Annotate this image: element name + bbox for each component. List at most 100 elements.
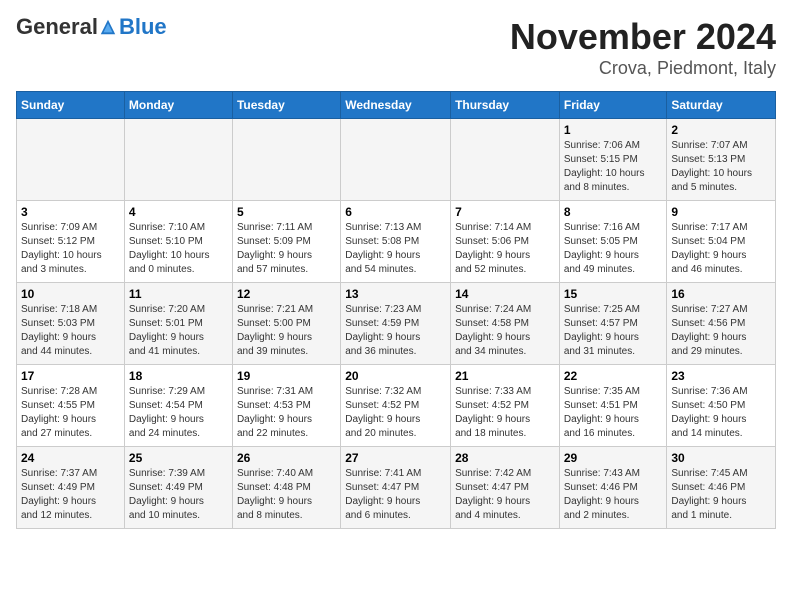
day-info: Sunrise: 7:18 AM Sunset: 5:03 PM Dayligh… (21, 303, 120, 359)
calendar-cell (451, 119, 560, 201)
day-number: 26 (237, 451, 336, 465)
calendar-cell: 24 Sunrise: 7:37 AM Sunset: 4:49 PM Dayli… (17, 447, 125, 529)
calendar-cell: 12 Sunrise: 7:21 AM Sunset: 5:00 PM Dayli… (232, 283, 340, 365)
day-number: 16 (671, 287, 771, 301)
calendar-cell (341, 119, 451, 201)
calendar-cell (232, 119, 340, 201)
day-number: 7 (455, 205, 555, 219)
calendar-week-5: 24 Sunrise: 7:37 AM Sunset: 4:49 PM Dayli… (17, 447, 776, 529)
calendar-cell: 16 Sunrise: 7:27 AM Sunset: 4:56 PM Dayli… (667, 283, 776, 365)
calendar-cell: 30 Sunrise: 7:45 AM Sunset: 4:46 PM Dayli… (667, 447, 776, 529)
day-number: 25 (129, 451, 228, 465)
calendar-cell: 23 Sunrise: 7:36 AM Sunset: 4:50 PM Dayli… (667, 365, 776, 447)
calendar-cell: 20Sunrise: 7:32 AM Sunset: 4:52 PM Dayli… (341, 365, 451, 447)
day-number: 17 (21, 369, 120, 383)
logo-icon (99, 18, 117, 36)
calendar-cell: 21 Sunrise: 7:33 AM Sunset: 4:52 PM Dayli… (451, 365, 560, 447)
calendar-cell: 3Sunrise: 7:09 AM Sunset: 5:12 PM Daylig… (17, 201, 125, 283)
page-header: General Blue November 2024 Crova, Piedmo… (16, 16, 776, 79)
calendar-week-2: 3Sunrise: 7:09 AM Sunset: 5:12 PM Daylig… (17, 201, 776, 283)
day-number: 29 (564, 451, 663, 465)
calendar-cell: 2Sunrise: 7:07 AM Sunset: 5:13 PM Daylig… (667, 119, 776, 201)
calendar-cell: 17 Sunrise: 7:28 AM Sunset: 4:55 PM Dayli… (17, 365, 125, 447)
day-number: 14 (455, 287, 555, 301)
calendar-cell: 9Sunrise: 7:17 AM Sunset: 5:04 PM Daylig… (667, 201, 776, 283)
calendar-cell: 1 Sunrise: 7:06 AM Sunset: 5:15 PM Daylig… (559, 119, 667, 201)
calendar-table: SundayMondayTuesdayWednesdayThursdayFrid… (16, 91, 776, 529)
weekday-header-saturday: Saturday (667, 92, 776, 119)
day-info: Sunrise: 7:25 AM Sunset: 4:57 PM Dayligh… (564, 303, 663, 359)
day-number: 30 (671, 451, 771, 465)
day-number: 11 (129, 287, 228, 301)
day-info: Sunrise: 7:31 AM Sunset: 4:53 PM Dayligh… (237, 385, 336, 441)
day-info: Sunrise: 7:20 AM Sunset: 5:01 PM Dayligh… (129, 303, 228, 359)
day-number: 21 (455, 369, 555, 383)
day-info: Sunrise: 7:21 AM Sunset: 5:00 PM Dayligh… (237, 303, 336, 359)
day-info: Sunrise: 7:33 AM Sunset: 4:52 PM Dayligh… (455, 385, 555, 441)
day-info: Sunrise: 7:16 AM Sunset: 5:05 PM Dayligh… (564, 221, 663, 277)
day-number: 12 (237, 287, 336, 301)
day-info: Sunrise: 7:43 AM Sunset: 4:46 PM Dayligh… (564, 467, 663, 523)
day-number: 27 (345, 451, 446, 465)
calendar-cell (17, 119, 125, 201)
calendar-cell: 4 Sunrise: 7:10 AM Sunset: 5:10 PM Daylig… (124, 201, 232, 283)
calendar-cell: 25Sunrise: 7:39 AM Sunset: 4:49 PM Dayli… (124, 447, 232, 529)
day-info: Sunrise: 7:28 AM Sunset: 4:55 PM Dayligh… (21, 385, 120, 441)
day-info: Sunrise: 7:09 AM Sunset: 5:12 PM Dayligh… (21, 221, 120, 277)
day-info: Sunrise: 7:36 AM Sunset: 4:50 PM Dayligh… (671, 385, 771, 441)
day-number: 1 (564, 123, 663, 137)
title-block: November 2024 Crova, Piedmont, Italy (510, 16, 776, 79)
day-info: Sunrise: 7:29 AM Sunset: 4:54 PM Dayligh… (129, 385, 228, 441)
day-info: Sunrise: 7:27 AM Sunset: 4:56 PM Dayligh… (671, 303, 771, 359)
day-info: Sunrise: 7:11 AM Sunset: 5:09 PM Dayligh… (237, 221, 336, 277)
day-info: Sunrise: 7:23 AM Sunset: 4:59 PM Dayligh… (345, 303, 446, 359)
day-number: 28 (455, 451, 555, 465)
calendar-cell: 18Sunrise: 7:29 AM Sunset: 4:54 PM Dayli… (124, 365, 232, 447)
weekday-header-thursday: Thursday (451, 92, 560, 119)
calendar-week-3: 10 Sunrise: 7:18 AM Sunset: 5:03 PM Dayli… (17, 283, 776, 365)
weekday-header-monday: Monday (124, 92, 232, 119)
calendar-cell: 22 Sunrise: 7:35 AM Sunset: 4:51 PM Dayli… (559, 365, 667, 447)
day-number: 24 (21, 451, 120, 465)
calendar-cell: 19Sunrise: 7:31 AM Sunset: 4:53 PM Dayli… (232, 365, 340, 447)
day-info: Sunrise: 7:14 AM Sunset: 5:06 PM Dayligh… (455, 221, 555, 277)
day-number: 15 (564, 287, 663, 301)
day-info: Sunrise: 7:45 AM Sunset: 4:46 PM Dayligh… (671, 467, 771, 523)
day-number: 5 (237, 205, 336, 219)
day-info: Sunrise: 7:06 AM Sunset: 5:15 PM Dayligh… (564, 139, 663, 195)
calendar-cell: 26 Sunrise: 7:40 AM Sunset: 4:48 PM Dayli… (232, 447, 340, 529)
weekday-header-row: SundayMondayTuesdayWednesdayThursdayFrid… (17, 92, 776, 119)
day-number: 10 (21, 287, 120, 301)
day-number: 8 (564, 205, 663, 219)
day-info: Sunrise: 7:40 AM Sunset: 4:48 PM Dayligh… (237, 467, 336, 523)
calendar-cell: 11 Sunrise: 7:20 AM Sunset: 5:01 PM Dayli… (124, 283, 232, 365)
calendar-cell: 15 Sunrise: 7:25 AM Sunset: 4:57 PM Dayli… (559, 283, 667, 365)
day-info: Sunrise: 7:10 AM Sunset: 5:10 PM Dayligh… (129, 221, 228, 277)
calendar-cell: 6Sunrise: 7:13 AM Sunset: 5:08 PM Daylig… (341, 201, 451, 283)
day-number: 13 (345, 287, 446, 301)
day-number: 20 (345, 369, 446, 383)
calendar-week-4: 17 Sunrise: 7:28 AM Sunset: 4:55 PM Dayli… (17, 365, 776, 447)
day-number: 23 (671, 369, 771, 383)
day-number: 9 (671, 205, 771, 219)
calendar-week-1: 1 Sunrise: 7:06 AM Sunset: 5:15 PM Daylig… (17, 119, 776, 201)
logo-blue-text: Blue (119, 16, 167, 38)
day-info: Sunrise: 7:41 AM Sunset: 4:47 PM Dayligh… (345, 467, 446, 523)
calendar-cell: 28Sunrise: 7:42 AM Sunset: 4:47 PM Dayli… (451, 447, 560, 529)
page-subtitle: Crova, Piedmont, Italy (510, 58, 776, 79)
day-info: Sunrise: 7:37 AM Sunset: 4:49 PM Dayligh… (21, 467, 120, 523)
calendar-cell: 29 Sunrise: 7:43 AM Sunset: 4:46 PM Dayli… (559, 447, 667, 529)
calendar-cell: 10 Sunrise: 7:18 AM Sunset: 5:03 PM Dayli… (17, 283, 125, 365)
day-info: Sunrise: 7:35 AM Sunset: 4:51 PM Dayligh… (564, 385, 663, 441)
weekday-header-tuesday: Tuesday (232, 92, 340, 119)
weekday-header-friday: Friday (559, 92, 667, 119)
day-number: 4 (129, 205, 228, 219)
page-title: November 2024 (510, 16, 776, 58)
calendar-cell: 27 Sunrise: 7:41 AM Sunset: 4:47 PM Dayli… (341, 447, 451, 529)
calendar-cell: 5 Sunrise: 7:11 AM Sunset: 5:09 PM Daylig… (232, 201, 340, 283)
calendar-cell (124, 119, 232, 201)
calendar-cell: 14Sunrise: 7:24 AM Sunset: 4:58 PM Dayli… (451, 283, 560, 365)
calendar-cell: 7 Sunrise: 7:14 AM Sunset: 5:06 PM Daylig… (451, 201, 560, 283)
day-number: 22 (564, 369, 663, 383)
calendar-cell: 13 Sunrise: 7:23 AM Sunset: 4:59 PM Dayli… (341, 283, 451, 365)
